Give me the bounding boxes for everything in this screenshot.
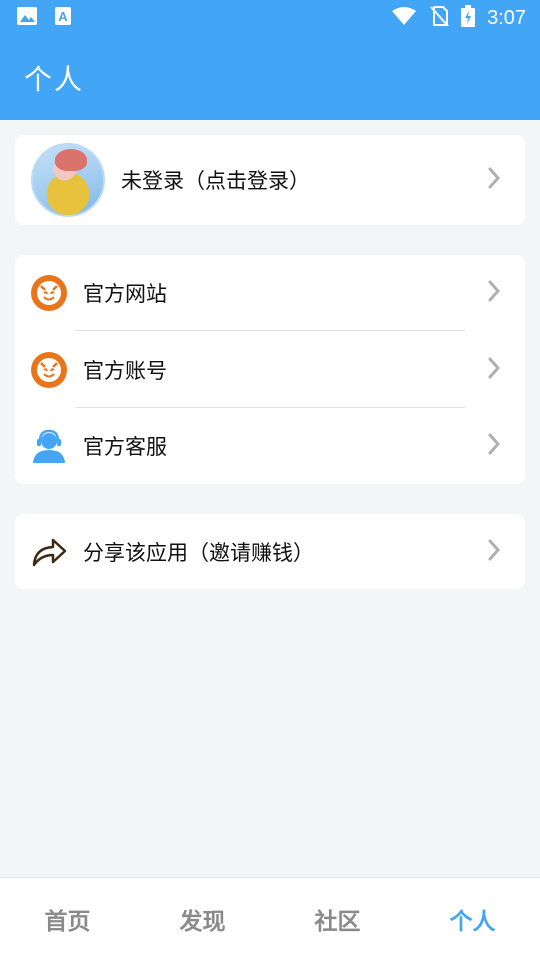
menu-item-customer-service[interactable]: 官方客服 — [15, 408, 525, 484]
no-sim-icon — [429, 5, 449, 31]
menu-item-label: 官方网站 — [83, 282, 167, 306]
page-title: 个人 — [24, 63, 85, 96]
bottom-tab-bar: 首页 发现 社区 个人 — [0, 877, 540, 960]
clock: 3:07 — [487, 6, 526, 29]
chevron-right-icon — [487, 432, 501, 460]
menu-item-official-website[interactable]: 官方网站 — [15, 255, 525, 331]
tab-discover[interactable]: 发现 — [135, 902, 270, 936]
menu-item-official-account[interactable]: 官方账号 — [15, 331, 525, 408]
share-arrow-icon — [31, 536, 67, 568]
font-a-icon: A — [54, 6, 72, 30]
image-icon — [16, 6, 38, 30]
avatar[interactable] — [31, 143, 105, 217]
menu-item-label: 官方客服 — [83, 435, 167, 459]
battery-charging-icon — [461, 5, 476, 31]
devil-logo-icon — [31, 351, 67, 388]
wifi-icon — [391, 6, 417, 30]
devil-logo-icon — [31, 275, 67, 311]
tab-personal[interactable]: 个人 — [405, 902, 540, 936]
official-menu-card: 官方网站 官方账号 官方客服 — [15, 255, 525, 484]
share-label: 分享该应用（邀请赚钱） — [83, 540, 314, 565]
chevron-right-icon — [487, 279, 501, 307]
profile-card[interactable]: 未登录（点击登录） — [15, 135, 525, 225]
tab-home[interactable]: 首页 — [0, 902, 135, 936]
chevron-right-icon — [487, 166, 501, 194]
login-row[interactable]: 未登录（点击登录） — [15, 135, 525, 225]
app-bar: 个人 — [0, 36, 540, 120]
share-card[interactable]: 分享该应用（邀请赚钱） — [15, 514, 525, 589]
chevron-right-icon — [487, 538, 501, 566]
svg-text:A: A — [58, 9, 68, 24]
tab-community[interactable]: 社区 — [270, 902, 405, 936]
customer-service-icon — [31, 428, 67, 464]
chevron-right-icon — [487, 356, 501, 384]
menu-item-label: 官方账号 — [83, 358, 167, 383]
status-bar: A 3:07 — [0, 0, 540, 36]
login-label: 未登录（点击登录） — [121, 169, 310, 193]
share-app-row[interactable]: 分享该应用（邀请赚钱） — [15, 514, 525, 589]
